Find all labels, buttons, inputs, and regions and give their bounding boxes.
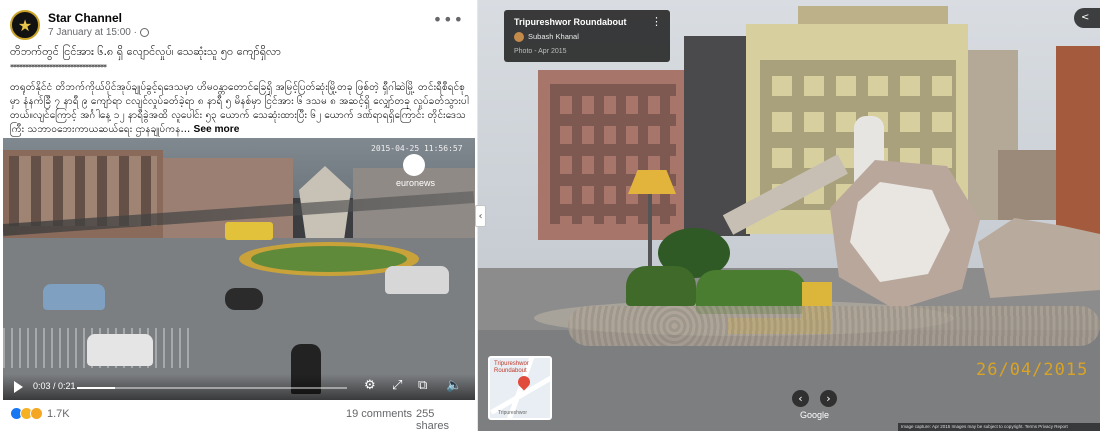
google-logo: Google (800, 410, 830, 420)
post-meta: 7 January at 15:00 · (48, 27, 149, 38)
author-avatar (514, 32, 524, 42)
video-progress-bar[interactable] (77, 387, 347, 389)
see-more-link[interactable]: See more (194, 124, 240, 135)
video-car (385, 266, 449, 294)
sv-debris (568, 306, 1100, 346)
kebab-menu-icon[interactable]: ⋮ (651, 15, 662, 28)
video-bus (225, 222, 273, 240)
minimap-label-secondary: Tripureshwor (498, 410, 527, 416)
chevron-right-icon: › (826, 392, 831, 405)
photo-date-stamp: 26/04/2015 (976, 360, 1089, 380)
video-timestamp: 2015-04-25 11:56:57 (371, 144, 463, 153)
play-icon[interactable] (14, 381, 23, 393)
copyright-footer: Image capture: Apr 2015 Images may be su… (898, 423, 1100, 431)
post-body: တရုတ်နိုင်ငံ တိဘက်ကိုယ်ပိုင်အုပ်ချုပ်ခွင… (10, 81, 470, 137)
page-name[interactable]: Star Channel (48, 11, 122, 25)
volume-icon[interactable]: 🔈 (446, 379, 462, 393)
sv-building-windows (550, 84, 676, 224)
location-title[interactable]: Tripureshwor Roundabout (514, 17, 627, 27)
screenshot-root: ★ Star Channel 7 January at 15:00 · ••• … (0, 0, 1100, 431)
chevron-left-icon: ‹ (798, 392, 803, 405)
sv-building (1056, 46, 1100, 236)
share-button[interactable]: < (1074, 8, 1100, 28)
photo-author[interactable]: Subash Khanal (528, 32, 579, 41)
sv-building (998, 150, 1058, 220)
share-icon: < (1081, 12, 1090, 23)
reactions[interactable]: 1.7K (10, 407, 70, 420)
post-header: ★ Star Channel 7 January at 15:00 · ••• (10, 10, 468, 42)
video-time: 0:03 / 0:21 (33, 381, 76, 391)
shares-count[interactable]: 255 shares (416, 408, 470, 431)
reactions-count: 1.7K (47, 407, 70, 420)
chevron-left-icon: ‹ (478, 210, 483, 222)
euronews-logo-icon (403, 154, 425, 176)
minimap[interactable]: Tripureshwor Roundabout Tripureshwor (488, 356, 552, 420)
video-car (43, 284, 105, 310)
facebook-post: ★ Star Channel 7 January at 15:00 · ••• … (0, 0, 478, 431)
previous-arrow-button[interactable]: ‹ (792, 390, 809, 407)
comments-count[interactable]: 19 comments (346, 408, 412, 420)
post-footer: 1.7K 19 comments 255 shares (10, 405, 470, 431)
collapse-panel-button[interactable]: ‹ (475, 205, 486, 227)
street-view-panel[interactable]: 26/04/2015 Tripureshwor Roundabout ⋮ Sub… (478, 0, 1100, 431)
more-options-button[interactable]: ••• (433, 10, 464, 29)
post-time[interactable]: 7 January at 15:00 · (48, 27, 137, 38)
globe-icon (139, 28, 149, 37)
picture-in-picture-icon[interactable]: ⧉ (418, 379, 427, 393)
care-reaction-icon (30, 407, 43, 420)
location-info-card: Tripureshwor Roundabout ⋮ Subash Khanal … (504, 10, 670, 62)
sv-hedge (626, 266, 696, 306)
video-progress-fill (77, 387, 115, 389)
minimap-label: Tripureshwor Roundabout (494, 361, 529, 374)
page-avatar[interactable]: ★ (10, 10, 40, 40)
euronews-logo-text: euronews (396, 178, 436, 188)
video-roundabout-green (251, 246, 407, 272)
next-arrow-button[interactable]: › (820, 390, 837, 407)
settings-icon[interactable]: ⚙ (364, 379, 376, 393)
post-stars: ******************************** (10, 63, 107, 72)
fullscreen-icon[interactable]: ⤢ (392, 379, 402, 393)
video-motorbike (225, 288, 263, 310)
video-car (87, 334, 153, 366)
star-icon: ★ (17, 15, 33, 35)
photo-capture-date: Photo - Apr 2015 (514, 48, 567, 55)
video-player[interactable]: 2015-04-25 11:56:57 euronews 0:03 / 0:21… (3, 138, 475, 400)
post-title: တိဘက်တွင် ငြင်အား ၆.၈ ရှိ လျောင်လှုပ်၊ သ… (10, 45, 281, 58)
post-text: တိဘက်တွင် ငြင်အား ၆.၈ ရှိ လျောင်လှုပ်၊ သ… (10, 44, 470, 137)
